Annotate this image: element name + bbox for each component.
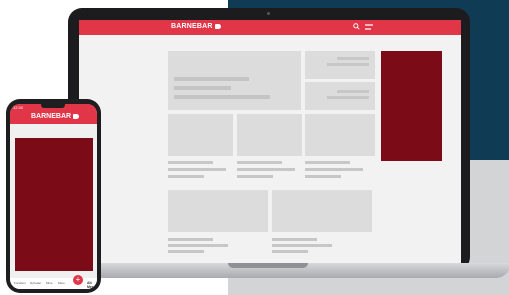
article-card-line xyxy=(168,244,228,247)
phone-screen: 12:30 BARNEBAR Forsiden Nyheder Mine Mer… xyxy=(10,104,97,289)
tab-forsiden[interactable]: Forsiden xyxy=(14,281,26,285)
mobile-tab-bar: Forsiden Nyheder Mine Mere xyxy=(10,278,97,289)
article-card-line xyxy=(237,161,282,164)
side-card-line xyxy=(327,96,369,99)
tab-mere[interactable]: Mere xyxy=(58,281,65,285)
article-card-line xyxy=(272,238,317,241)
status-time: 12:30 xyxy=(13,105,24,110)
tab-nyheder[interactable]: Nyheder xyxy=(30,281,41,285)
logo-mark-icon xyxy=(73,113,80,119)
article-card-line xyxy=(168,238,213,241)
article-card[interactable] xyxy=(168,114,233,156)
hero-title-line xyxy=(174,86,231,90)
site-logo[interactable]: BARNEBAR xyxy=(171,23,221,30)
side-card-line xyxy=(337,57,369,60)
logo-mark-icon xyxy=(214,23,221,29)
article-card-line xyxy=(168,161,213,164)
phone-dynamic-island xyxy=(41,102,65,108)
article-card-line xyxy=(168,250,204,253)
hero-title-line xyxy=(174,95,270,99)
menu-icon-line xyxy=(365,28,371,30)
laptop-screen: BARNEBAR xyxy=(79,20,461,263)
side-card-line xyxy=(327,63,369,66)
more-menu[interactable]: Alt Mere xyxy=(87,281,95,289)
article-card[interactable] xyxy=(305,114,375,156)
article-card[interactable] xyxy=(237,114,302,156)
menu-icon[interactable] xyxy=(365,24,373,26)
article-card[interactable] xyxy=(168,190,268,232)
article-card-line xyxy=(237,175,273,178)
article-card-line xyxy=(305,168,363,171)
hero-title-line xyxy=(174,77,249,81)
laptop-camera xyxy=(267,12,270,15)
article-card-line xyxy=(168,168,226,171)
article-card-line xyxy=(272,244,332,247)
mobile-logo[interactable]: BARNEBAR xyxy=(31,113,80,120)
search-icon[interactable] xyxy=(353,23,360,30)
article-card[interactable] xyxy=(272,190,372,232)
article-card-line xyxy=(237,168,295,171)
site-header: BARNEBAR xyxy=(79,20,461,35)
add-button[interactable]: + xyxy=(73,275,83,285)
article-card-line xyxy=(168,175,204,178)
ad-banner[interactable] xyxy=(381,51,442,161)
article-card-line xyxy=(305,175,341,178)
article-card-line xyxy=(305,161,350,164)
article-card-line xyxy=(272,250,308,253)
mobile-ad-banner[interactable] xyxy=(15,138,93,271)
laptop-notch xyxy=(228,263,308,268)
tab-mine[interactable]: Mine xyxy=(46,281,53,285)
side-card-line xyxy=(337,90,369,93)
